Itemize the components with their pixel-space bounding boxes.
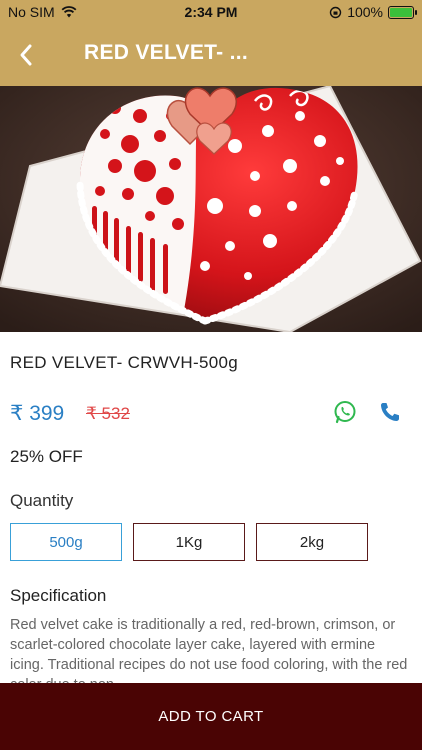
back-button[interactable] <box>10 39 42 71</box>
call-button[interactable] <box>378 400 402 424</box>
product-image <box>0 86 422 332</box>
specification-title: Specification <box>10 586 107 605</box>
status-bar: No SIM 2:34 PM 100% <box>0 0 422 24</box>
discount-label: 25% OFF <box>10 447 83 466</box>
selling-price: ₹ 399 <box>10 402 65 425</box>
quantity-label: Quantity <box>10 491 74 510</box>
product-name: RED VELVET- CRWVH-500g <box>10 353 238 372</box>
quantity-option-2kg[interactable]: 2kg <box>256 523 368 561</box>
whatsapp-button[interactable] <box>333 400 357 424</box>
cake-illustration <box>0 86 422 332</box>
status-right: 100% <box>329 4 417 20</box>
phone-icon <box>381 403 399 421</box>
whatsapp-icon <box>334 401 356 424</box>
battery-percent: 100% <box>347 4 383 20</box>
battery-icon <box>388 5 417 19</box>
quantity-option-1kg[interactable]: 1Kg <box>133 523 245 561</box>
orientation-lock-icon <box>329 6 342 18</box>
original-price: ₹ 532 <box>86 404 130 423</box>
app-bar: RED VELVET- ... <box>0 24 422 86</box>
battery-level <box>390 7 412 17</box>
page-title: RED VELVET- ... <box>84 41 248 64</box>
chevron-left-icon <box>20 44 32 66</box>
quantity-option-500g[interactable]: 500g <box>10 523 122 561</box>
add-to-cart-button[interactable]: ADD TO CART <box>0 683 422 750</box>
